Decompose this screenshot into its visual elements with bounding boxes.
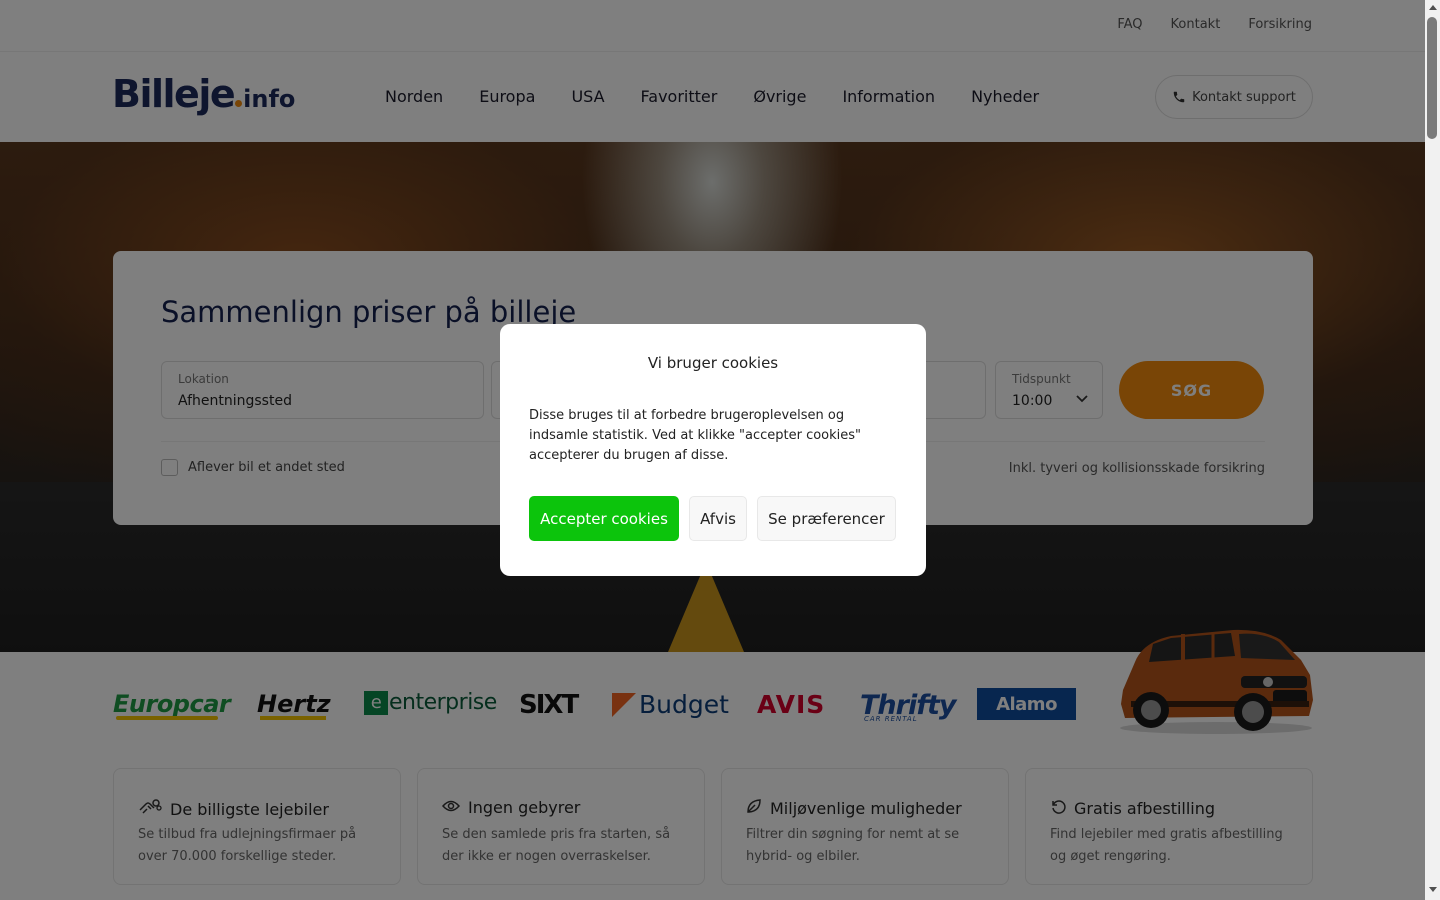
cookie-modal-title: Vi bruger cookies <box>647 354 779 372</box>
page-scrollbar[interactable] <box>1425 0 1440 900</box>
cookie-preferences-button[interactable]: Se præferencer <box>757 496 896 541</box>
scroll-thumb[interactable] <box>1427 17 1437 139</box>
cookie-modal: Vi bruger cookies Disse bruges til at fo… <box>500 324 926 576</box>
scroll-up-arrow-icon[interactable] <box>1429 5 1437 10</box>
accept-cookies-button[interactable]: Accepter cookies <box>529 496 679 541</box>
scroll-down-arrow-icon[interactable] <box>1429 887 1437 892</box>
cookie-modal-body: Disse bruges til at forbedre brugeroplev… <box>529 408 862 463</box>
deny-cookies-button[interactable]: Afvis <box>689 496 747 541</box>
